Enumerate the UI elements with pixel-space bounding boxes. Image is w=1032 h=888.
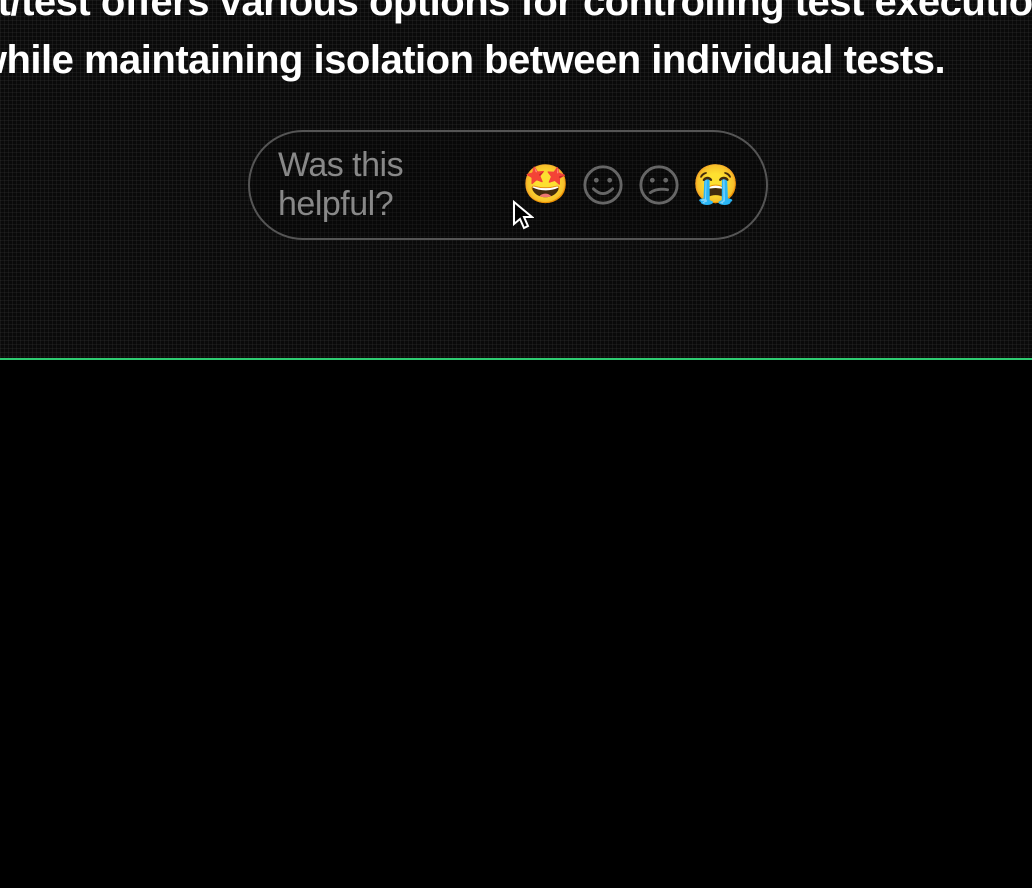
feedback-grin-button[interactable] <box>582 163 624 207</box>
crying-icon: 😭 <box>692 166 739 204</box>
empty-space <box>0 360 1032 888</box>
feedback-confused-button[interactable] <box>638 163 680 207</box>
feedback-widget: Was this helpful? 🤩 😭 <box>248 130 768 240</box>
confused-icon <box>638 164 680 206</box>
feedback-starry-eyes-button[interactable]: 🤩 <box>524 163 568 207</box>
body-text-line-2: ses while maintaining isolation between … <box>0 38 945 83</box>
feedback-crying-button[interactable]: 😭 <box>694 163 738 207</box>
content-area: aywright/test offers various options for… <box>0 0 1032 360</box>
grin-icon <box>582 164 624 206</box>
feedback-label: Was this helpful? <box>278 146 510 224</box>
starry-eyes-icon: 🤩 <box>522 166 569 204</box>
body-text-line-1: aywright/test offers various options for… <box>0 0 1022 25</box>
